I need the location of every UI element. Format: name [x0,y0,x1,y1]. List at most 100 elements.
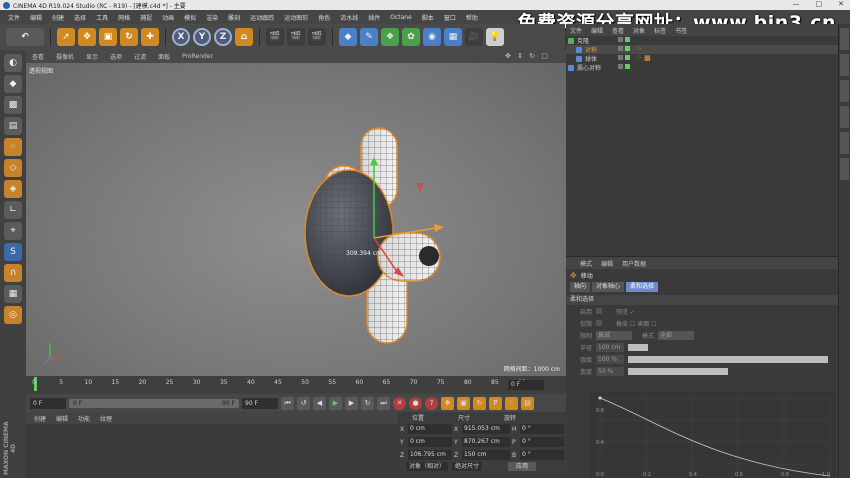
tab-object-axis[interactable]: 对象轴心 [592,282,625,292]
z-axis-lock-button[interactable]: Z [214,28,232,46]
attributes-tab[interactable] [840,132,849,154]
menu-tools[interactable]: 工具 [96,13,108,22]
floor-button[interactable]: ▦ [444,28,462,46]
edges-mode-button[interactable]: ◇ [4,159,22,177]
position-z-field[interactable]: 106.795 cm [408,450,452,460]
next-key-button[interactable]: ↻ [361,396,374,410]
strength-field[interactable]: 100 % [596,354,625,364]
tag-icons[interactable]: ⁘ ▩ [636,55,656,62]
workplane-button[interactable]: ▦ [4,285,22,303]
menu-sculpt[interactable]: 雕刻 [228,13,240,22]
key-parameter-button[interactable]: P [489,396,502,410]
position-y-field[interactable]: 0 cm [408,437,452,447]
workplane-mode-button[interactable]: ▤ [4,117,22,135]
attribute-menu-mode[interactable]: 模式 [580,259,592,268]
apply-button[interactable]: 应用 [508,462,537,471]
live-select-button[interactable]: ➚ [57,28,75,46]
size-x-field[interactable]: 915.053 cm [462,424,510,434]
falloff-curve-graph[interactable]: 0.8 0.4 0.0 0.2 0.4 0.6 0.8 1.0 [590,392,836,478]
menu-animate[interactable]: 动画 [162,13,174,22]
viewport-menu-view[interactable]: 查看 [32,52,44,61]
restrict-checkbox[interactable] [596,320,603,326]
menu-mograph[interactable]: 运动图形 [284,13,308,22]
end-frame-field[interactable]: 90 F [242,397,278,409]
menu-script[interactable]: 脚本 [422,13,434,22]
position-x-field[interactable]: 0 cm [408,424,452,434]
key-rotation-button[interactable]: ↻ [473,396,486,410]
close-button[interactable]: ✕ [838,0,844,10]
falloff-select[interactable]: 衰减 [596,330,633,340]
material-menu-edit[interactable]: 编辑 [56,414,68,423]
strength-slider[interactable] [628,355,829,363]
menu-edit[interactable]: 编辑 [30,13,42,22]
viewport-menu-prorender[interactable]: ProRender [182,53,213,60]
start-frame-field[interactable]: 0 F [30,397,66,409]
menu-file[interactable]: 文件 [8,13,20,22]
curve-point[interactable] [598,396,602,400]
menu-select[interactable]: 选择 [74,13,86,22]
key-position-button[interactable]: ✥ [441,396,454,410]
pen-spline-button[interactable]: ✎ [360,28,378,46]
object-menu-view[interactable]: 查看 [612,26,624,35]
object-menu-bookmarks[interactable]: 书签 [675,26,687,35]
preview-checkbox-label[interactable]: 预览 ✓ [616,307,635,316]
solo-button[interactable]: ◎ [4,306,22,324]
rotation-h-field[interactable]: 0 ° [520,424,564,434]
points-mode-button[interactable]: ⁘ [4,138,22,156]
rotate-tool-button[interactable]: ↻ [120,28,138,46]
shell-sphere[interactable] [304,169,394,297]
object-row-sphere[interactable]: 球体 ⁘ ▩ [566,54,838,63]
object-row-symmetry[interactable]: 对称 ⁘ [566,45,838,54]
key-scale-button[interactable]: ▣ [457,396,470,410]
viewport-menu-camera[interactable]: 摄像机 [56,52,74,61]
render-view-button[interactable]: 🎬 [266,28,284,46]
tab-axis[interactable]: 轴向 [570,282,591,292]
deformer-button[interactable]: ◉ [423,28,441,46]
undo-button[interactable]: ↶ [6,28,44,46]
tab-soft-selection[interactable]: 柔和选择 [626,282,659,292]
light-button[interactable]: 💡 [486,28,504,46]
model-mode-button[interactable]: ◆ [4,75,22,93]
prev-frame-button[interactable]: ◀ [313,396,326,410]
menu-plugins[interactable]: 插件 [368,13,380,22]
preview-range-slider[interactable]: 0 F 90 F [69,398,239,408]
width-slider[interactable] [628,367,729,375]
object-row-shell-symmetry[interactable]: 震心对称 [566,63,838,72]
go-to-start-button[interactable]: ⏮ [281,396,294,410]
menu-render[interactable]: 渲染 [206,13,218,22]
viewport-menu-options[interactable]: 选项 [110,52,122,61]
menu-octane[interactable]: Octane [390,14,412,21]
render-settings-button[interactable]: 🎬 [308,28,326,46]
timeline[interactable]: 051015202530354045505560657075808590 0 F [26,376,566,394]
coordinate-mode-select[interactable]: 对象（相对） [406,462,449,471]
rotation-p-field[interactable]: 0 ° [520,437,564,447]
rubber-surface-options[interactable]: 橡皮 ☐ 表面 ☐ [616,319,656,328]
move-tool-button[interactable]: ✥ [78,28,96,46]
snap-button[interactable]: S [4,243,22,261]
visibility-toggles[interactable] [618,37,632,44]
cube-primitive-button[interactable]: ◆ [339,28,357,46]
recent-tool-button[interactable]: ✚ [141,28,159,46]
content-browser-tab[interactable] [840,54,849,76]
menu-motion-tracking[interactable]: 运动跟踪 [250,13,274,22]
material-menu-texture[interactable]: 纹理 [100,414,112,423]
coordinate-system-button[interactable]: ⌂ [235,28,253,46]
material-menu-create[interactable]: 创建 [34,414,46,423]
array-button[interactable]: ✿ [402,28,420,46]
record-active-button[interactable]: ✕ [393,396,406,410]
attribute-menu-edit[interactable]: 编辑 [601,259,613,268]
keyframe-selection-button[interactable]: ? [425,396,438,410]
go-to-end-button[interactable]: ⏭ [377,396,390,410]
viewport-menu-filter[interactable]: 过滤 [134,52,146,61]
y-axis-lock-button[interactable]: Y [193,28,211,46]
menu-snap[interactable]: 捕捉 [140,13,152,22]
timeline-window-button[interactable]: ▤ [521,396,534,410]
menu-help[interactable]: 帮助 [466,13,478,22]
enable-checkbox[interactable] [596,308,603,314]
mode-select[interactable]: 全部 [658,330,695,340]
object-menu-edit[interactable]: 编辑 [591,26,603,35]
polygons-mode-button[interactable]: ◈ [4,180,22,198]
render-to-picture-viewer-button[interactable]: 🎬 [287,28,305,46]
structure-tab[interactable] [840,80,849,102]
radius-slider[interactable] [628,343,649,351]
